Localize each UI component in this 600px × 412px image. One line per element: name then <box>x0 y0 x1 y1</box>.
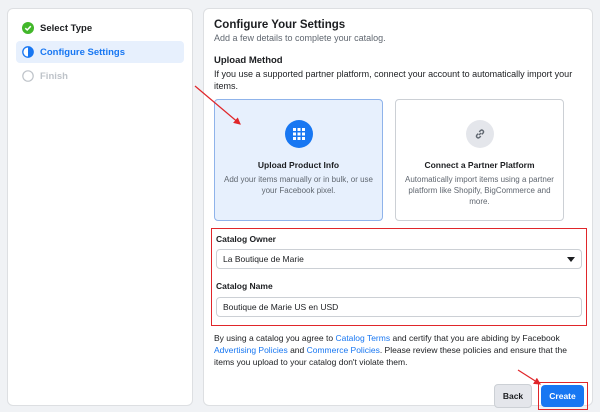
legal-text-part: By using a catalog you agree to <box>214 333 336 343</box>
step-label: Configure Settings <box>40 46 125 58</box>
advertising-policies-link[interactable]: Advertising Policies <box>214 345 288 355</box>
catalog-owner-select[interactable]: La Boutique de Marie <box>216 249 582 269</box>
option-connect-partner-platform[interactable]: Connect a Partner Platform Automatically… <box>395 99 564 221</box>
catalog-name-input[interactable]: Boutique de Marie US en USD <box>216 297 582 317</box>
grid-icon <box>284 120 313 148</box>
caret-down-icon <box>567 256 575 262</box>
catalog-name-value: Boutique de Marie US en USD <box>223 302 339 312</box>
step-label: Select Type <box>40 22 93 34</box>
half-circle-icon <box>22 46 34 58</box>
option-title: Upload Product Info <box>257 160 340 170</box>
catalog-terms-link[interactable]: Catalog Terms <box>335 333 390 343</box>
option-description: Add your items manually or in bulk, or u… <box>224 175 373 195</box>
check-circle-icon <box>22 22 34 34</box>
page-title: Configure Your Settings <box>214 19 346 31</box>
legal-text: By using a catalog you agree to Catalog … <box>214 332 586 368</box>
create-button-highlight: Create <box>538 382 588 410</box>
catalog-owner-value: La Boutique de Marie <box>223 254 304 264</box>
commerce-policies-link[interactable]: Commerce Policies <box>307 345 380 355</box>
steps-sidebar: Select Type Configure Settings Finish <box>7 8 193 406</box>
page-subtitle: Add a few details to complete your catal… <box>214 33 386 43</box>
catalog-fields-highlight: Catalog Owner La Boutique de Marie Catal… <box>211 228 587 326</box>
step-label: Finish <box>40 70 68 82</box>
step-finish: Finish <box>16 65 184 87</box>
back-button[interactable]: Back <box>494 384 532 408</box>
step-configure-settings[interactable]: Configure Settings <box>16 41 184 63</box>
create-button[interactable]: Create <box>541 385 584 407</box>
step-select-type[interactable]: Select Type <box>16 17 184 39</box>
catalog-name-label: Catalog Name <box>216 281 273 291</box>
empty-circle-icon <box>22 70 34 82</box>
option-upload-product-info[interactable]: Upload Product Info Add your items manua… <box>214 99 383 221</box>
option-title: Connect a Partner Platform <box>424 160 535 170</box>
option-description: Automatically import items using a partn… <box>405 175 554 206</box>
upload-method-description: If you use a supported partner platform,… <box>214 69 573 91</box>
legal-text-part: and certify that you are abiding by Face… <box>390 333 560 343</box>
catalog-owner-label: Catalog Owner <box>216 234 276 244</box>
link-icon <box>465 120 494 148</box>
upload-method-title: Upload Method <box>214 55 283 66</box>
settings-panel: Configure Your Settings Add a few detail… <box>203 8 593 410</box>
legal-text-part: and <box>287 345 307 355</box>
